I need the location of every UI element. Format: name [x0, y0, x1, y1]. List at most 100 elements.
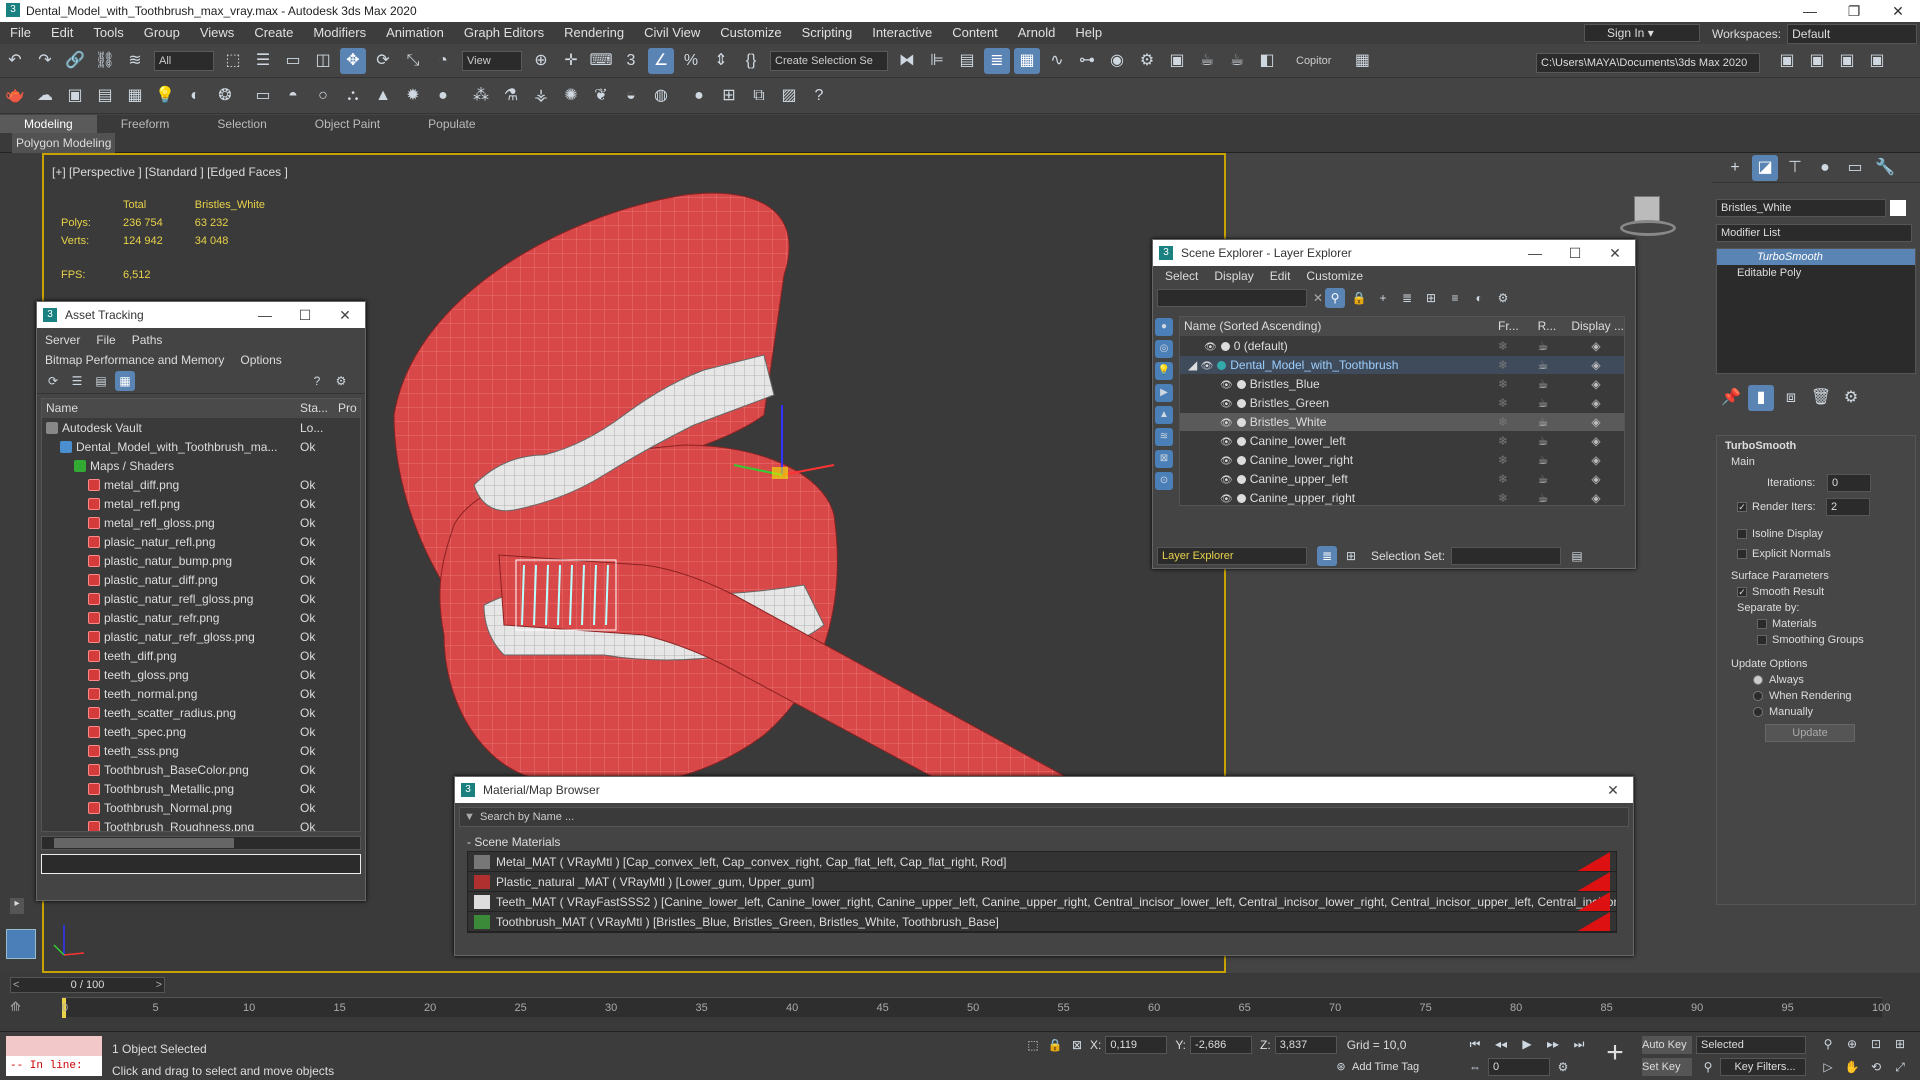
show-end-result-icon[interactable]: ▮	[1748, 385, 1774, 411]
menu-item-rendering[interactable]: Rendering	[554, 22, 634, 44]
display-mode-icon[interactable]: ◈	[1571, 355, 1624, 375]
display-mode-icon[interactable]: ◈	[1571, 488, 1624, 505]
visibility-eye-icon[interactable]: 👁	[1201, 361, 1214, 372]
rotate-icon[interactable]: ⟳	[370, 48, 396, 74]
edit-selection-set-icon[interactable]: ▤	[1567, 546, 1587, 566]
select-manipulate-icon[interactable]: ✛	[558, 48, 584, 74]
z-field[interactable]: 3,837	[1274, 1036, 1337, 1054]
sphere-icon[interactable]: ◐	[182, 83, 208, 109]
vray-mtl-icon[interactable]: ⚗	[498, 83, 524, 109]
undo-icon[interactable]: ↶	[2, 48, 28, 74]
selection-filter-dropdown[interactable]: All	[154, 50, 214, 71]
selection-lock-icon[interactable]: 🔒	[1046, 1036, 1064, 1054]
renderable-icon[interactable]: ☕	[1537, 412, 1572, 432]
iterations-spinner[interactable]: 0	[1827, 474, 1871, 492]
horizontal-scrollbar[interactable]	[41, 836, 361, 850]
plane-light-icon[interactable]: ▭	[250, 83, 276, 109]
menu-item-modifiers[interactable]: Modifiers	[303, 22, 376, 44]
menu-item-customize[interactable]: Customize	[710, 22, 791, 44]
asset-row[interactable]: Dental_Model_with_Toothbrush_ma... Ok	[42, 437, 360, 457]
asset-row[interactable]: metal_refl.png Ok	[42, 494, 360, 514]
move-icon[interactable]: ✥	[340, 47, 366, 74]
remove-modifier-icon[interactable]: 🗑	[1808, 385, 1834, 411]
col-display[interactable]: Display ...	[1571, 317, 1624, 337]
add-layer-icon[interactable]: +	[1373, 288, 1393, 308]
layer-stack-icon[interactable]: ≡	[1445, 288, 1465, 308]
edit-named-sel-icon[interactable]: {}	[738, 48, 764, 74]
list-view-icon[interactable]: ☰	[67, 371, 87, 391]
fov-icon[interactable]: ▷	[1818, 1058, 1838, 1076]
next-frame-icon[interactable]: >	[156, 978, 162, 992]
update-button[interactable]: Update	[1765, 724, 1855, 742]
asset-row[interactable]: Autodesk Vault Lo...	[42, 418, 360, 438]
orbit-icon[interactable]: ⟲	[1866, 1058, 1886, 1076]
current-frame-field[interactable]: 0	[1488, 1058, 1550, 1076]
paint-icon[interactable]: ◍	[648, 83, 674, 109]
maxscript-listener[interactable]	[6, 1036, 102, 1056]
display-mode-icon[interactable]: ◈	[1571, 336, 1624, 356]
select-object-icon[interactable]: ⬚	[220, 48, 246, 74]
next-key-icon[interactable]: ▸▸	[1542, 1034, 1564, 1054]
manually-radio[interactable]	[1753, 707, 1763, 718]
asset-row[interactable]: teeth_spec.png Ok	[42, 722, 360, 742]
utilities-tab-icon[interactable]: 🔧	[1872, 155, 1898, 181]
layer-row[interactable]: 👁 Canine_upper_right ❄ ☕ ◈	[1180, 488, 1624, 505]
render-iters-checkbox[interactable]: ✓	[1737, 502, 1747, 512]
options-icon[interactable]: ⚙	[331, 371, 351, 391]
key-tangent-icon[interactable]: ⚲	[1698, 1058, 1718, 1076]
asset-row[interactable]: teeth_diff.png Ok	[42, 646, 360, 666]
render-shade-icon[interactable]: ◧	[1254, 48, 1280, 74]
zoom-all-icon[interactable]: ⊕	[1842, 1034, 1862, 1054]
curve-editor-icon[interactable]: ∿	[1044, 48, 1070, 74]
restore-button[interactable]: ❐	[1832, 0, 1876, 22]
col-proxy[interactable]: Pro	[338, 399, 360, 419]
display-cameras-icon[interactable]: ▶	[1155, 384, 1173, 402]
minimize-icon[interactable]: —	[245, 302, 285, 328]
project-path-dropdown[interactable]: C:\Users\MAYA\Documents\3ds Max 2020	[1536, 53, 1760, 73]
pivot-center-icon[interactable]: ⊕	[528, 48, 554, 74]
key-filters-button[interactable]: Key Filters...	[1720, 1058, 1806, 1076]
menu-item-arnold[interactable]: Arnold	[1008, 22, 1066, 44]
modify-tab-icon[interactable]: ◪	[1752, 154, 1778, 181]
options-icon[interactable]: ⚙	[1493, 288, 1513, 308]
frozen-icon[interactable]: ❄	[1497, 355, 1538, 375]
maximize-icon[interactable]: ☐	[285, 302, 325, 328]
dome-light-icon[interactable]: ◓	[280, 83, 306, 109]
object-name-field[interactable]: Bristles_White	[1716, 199, 1886, 217]
menu-item-create[interactable]: Create	[244, 22, 303, 44]
expand-strip-icon[interactable]: ▸	[10, 898, 24, 914]
menu-item-animation[interactable]: Animation	[376, 22, 454, 44]
layer-row[interactable]: 👁 Bristles_Blue ❄ ☕ ◈	[1180, 374, 1624, 394]
always-radio[interactable]	[1753, 675, 1763, 686]
visibility-eye-icon[interactable]: 👁	[1220, 399, 1233, 410]
visibility-eye-icon[interactable]: 👁	[1220, 437, 1233, 448]
material-item[interactable]: Teeth_MAT ( VRayFastSSS2 ) [Canine_lower…	[468, 892, 1616, 912]
display-mode-icon[interactable]: ◈	[1571, 393, 1624, 413]
hdr-icon[interactable]: ◒	[618, 83, 644, 109]
path-field[interactable]	[41, 854, 361, 874]
explorer-menu-select[interactable]: Select	[1157, 266, 1206, 286]
percent-snap-icon[interactable]: %	[678, 48, 704, 74]
explicit-normals-checkbox[interactable]	[1737, 549, 1747, 560]
filter-icon[interactable]: ⚲	[1325, 288, 1346, 308]
layer-row[interactable]: 👁 Bristles_White ❄ ☕ ◈	[1180, 412, 1624, 432]
workspace-switcher[interactable]: Workspaces: Default	[1712, 24, 1918, 44]
make-unique-icon[interactable]: ⧈	[1778, 385, 1804, 411]
time-slider[interactable]: < 0 / 100 >	[10, 977, 165, 993]
ribbon-tab-populate[interactable]: Populate	[404, 115, 499, 133]
go-to-start-icon[interactable]: ⏮	[1464, 1034, 1486, 1054]
smoothing-groups-checkbox[interactable]	[1757, 635, 1767, 646]
asset-row[interactable]: plastic_natur_refr_gloss.png Ok	[42, 627, 360, 647]
play-icon[interactable]: ▶	[1516, 1034, 1538, 1054]
visibility-eye-icon[interactable]: 👁	[1220, 475, 1233, 486]
asset-row[interactable]: metal_refl_gloss.png Ok	[42, 513, 360, 533]
pin-stack-icon[interactable]: 📌	[1718, 385, 1744, 411]
menu-item-content[interactable]: Content	[942, 22, 1008, 44]
vray-properties-icon[interactable]: ⊞	[716, 83, 742, 109]
close-icon[interactable]: ✕	[1593, 777, 1633, 803]
bind-space-warp-icon[interactable]: ≋	[122, 48, 148, 74]
scene-materials-group[interactable]: - Scene Materials	[459, 835, 1629, 849]
visibility-eye-icon[interactable]: 👁	[1220, 494, 1233, 505]
viewport-layout-icon[interactable]	[6, 929, 36, 959]
display-spacewarps-icon[interactable]: ≋	[1155, 428, 1173, 446]
